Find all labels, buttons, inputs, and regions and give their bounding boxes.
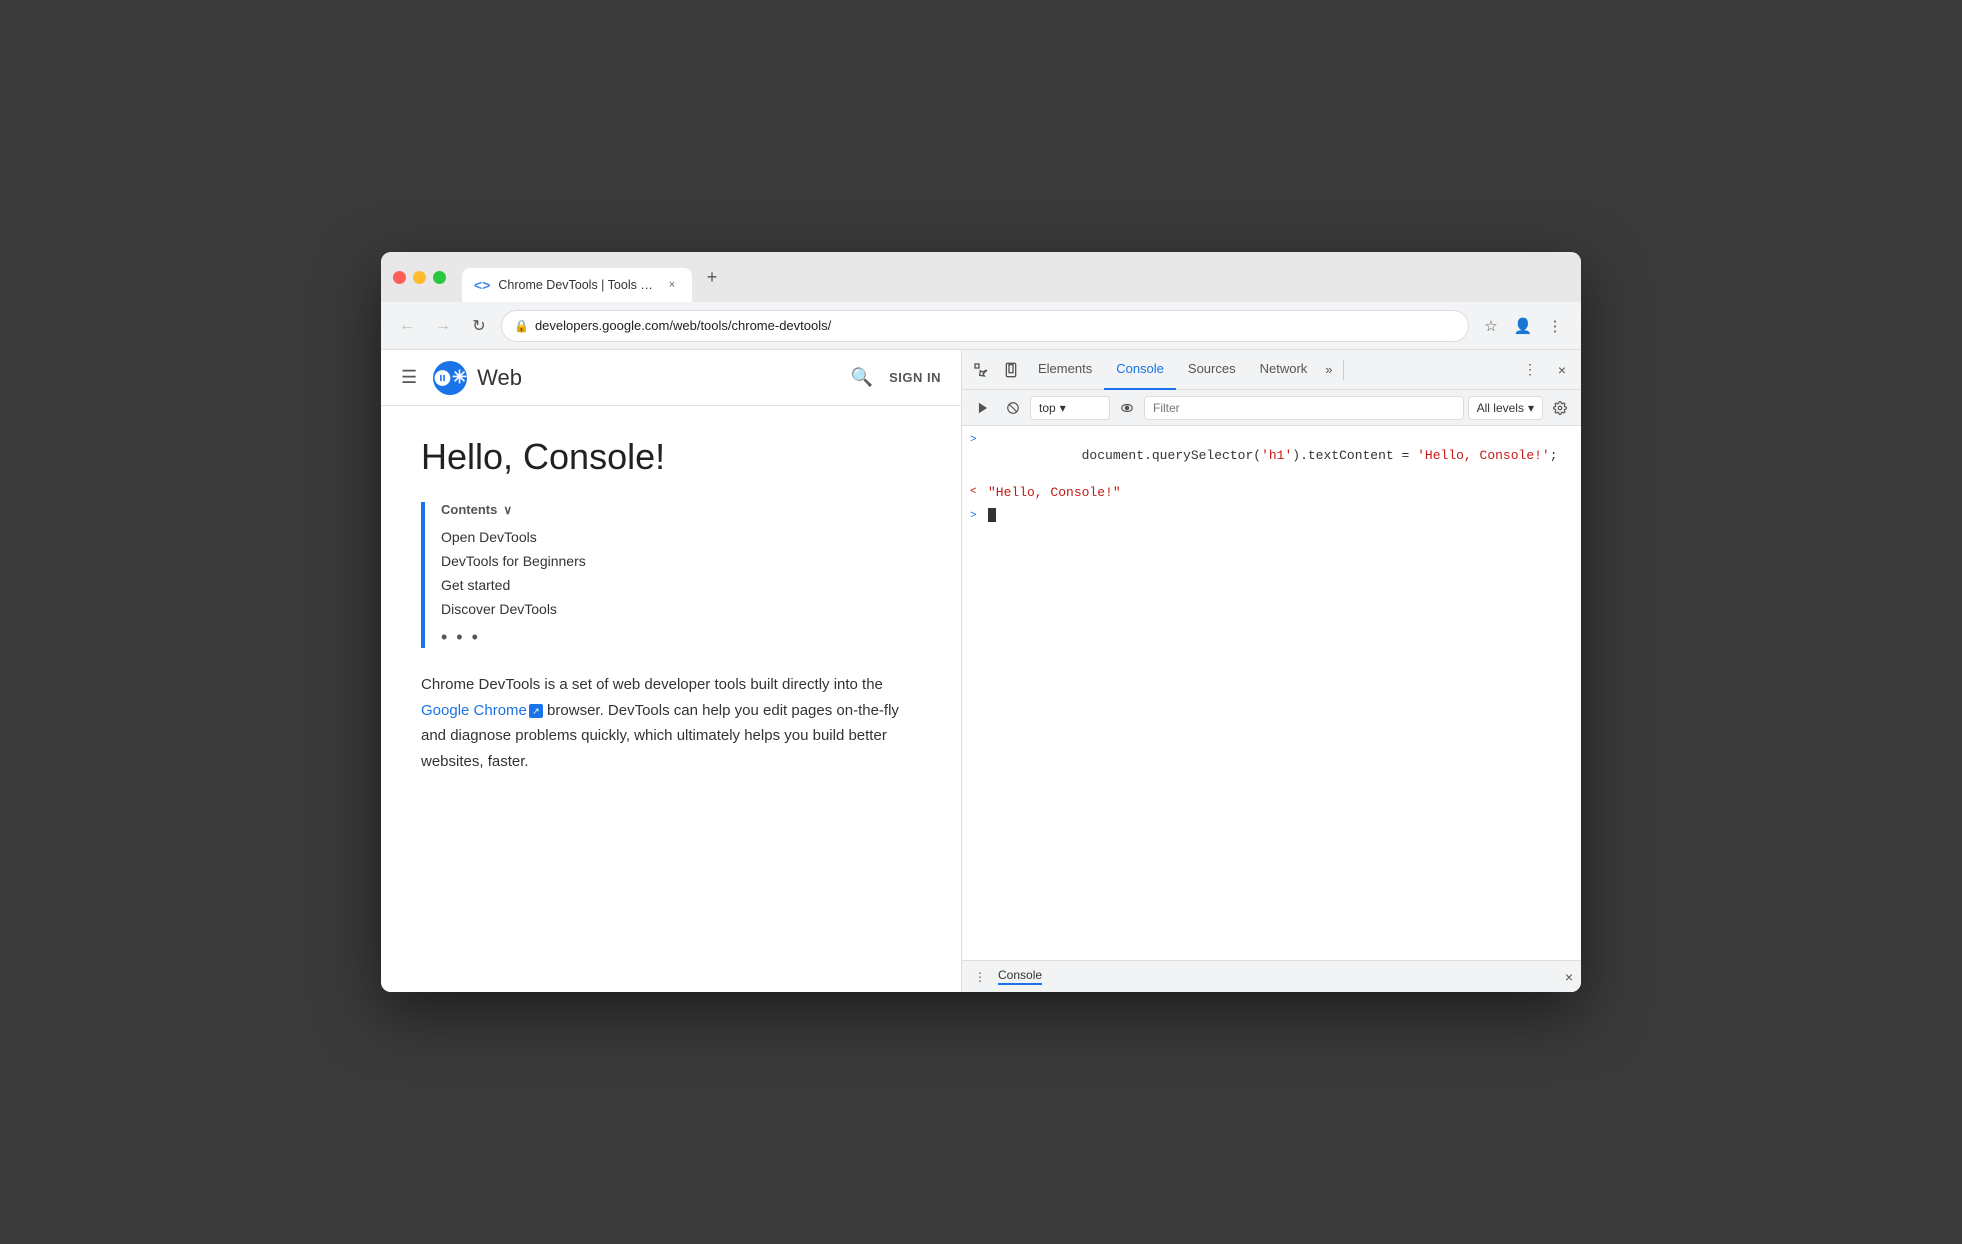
toc-item-get-started[interactable]: Get started	[441, 573, 921, 597]
bottom-bar-menu-icon[interactable]: ⋮	[970, 967, 990, 987]
tab-separator	[1343, 360, 1344, 380]
browser-tab[interactable]: <> Chrome DevTools | Tools for W ×	[462, 268, 692, 302]
bookmark-icon[interactable]: ☆	[1477, 312, 1505, 340]
console-input-arrow: >	[970, 433, 988, 446]
devtools-menu-button[interactable]: ⋮	[1515, 355, 1545, 385]
devtools-actions: ⋮ ×	[1515, 355, 1577, 385]
console-toolbar: top ▾ All levels ▾	[962, 390, 1581, 426]
toc-item-discover[interactable]: Discover DevTools	[441, 597, 921, 621]
lock-icon: 🔒	[514, 319, 529, 333]
tab-network[interactable]: Network	[1248, 350, 1320, 390]
console-context-select[interactable]: top ▾	[1030, 396, 1110, 420]
tab-close-button[interactable]: ×	[664, 277, 680, 293]
refresh-icon: ↻	[472, 316, 485, 336]
traffic-lights	[393, 271, 446, 284]
url-bar[interactable]: 🔒 developers.google.com/web/tools/chrome…	[501, 310, 1469, 342]
article: Hello, Console! Contents ∨ Open DevTools…	[381, 406, 961, 804]
table-of-contents: Contents ∨ Open DevTools DevTools for Be…	[421, 502, 921, 648]
inspect-element-button[interactable]	[966, 355, 996, 385]
console-output-text: "Hello, Console!"	[988, 485, 1573, 500]
toc-header[interactable]: Contents ∨	[441, 502, 921, 517]
browser-toolbar-right: ☆ 👤 ⋮	[1477, 312, 1569, 340]
console-output: > document.querySelector('h1').textConte…	[962, 426, 1581, 960]
console-prompt-arrow: >	[970, 509, 988, 522]
console-play-button[interactable]	[970, 395, 996, 421]
site-header-right: 🔍 SIGN IN	[851, 367, 941, 388]
close-window-button[interactable]	[393, 271, 406, 284]
sign-in-button[interactable]: SIGN IN	[889, 370, 941, 385]
console-output-arrow: <	[970, 485, 988, 498]
devtools-panel: Elements Console Sources Network » ⋮ ×	[961, 350, 1581, 992]
tab-devtools-icon: <>	[474, 277, 490, 293]
bottom-bar-label: Console	[998, 968, 1042, 985]
console-input-text: document.querySelector('h1').textContent…	[988, 433, 1573, 478]
google-developers-logo: ✳	[433, 361, 467, 395]
toc-dots: • • •	[441, 627, 921, 648]
console-filter-input[interactable]	[1144, 396, 1464, 420]
console-levels-button[interactable]: All levels ▾	[1468, 396, 1543, 420]
devtools-close-button[interactable]: ×	[1547, 355, 1577, 385]
browser-window: <> Chrome DevTools | Tools for W × + ← →…	[381, 252, 1581, 992]
hamburger-menu-button[interactable]: ☰	[401, 367, 417, 388]
devtools-bottom-bar: ⋮ Console ×	[962, 960, 1581, 992]
article-title: Hello, Console!	[421, 436, 921, 478]
site-name: Web	[477, 365, 522, 391]
profile-icon[interactable]: 👤	[1509, 312, 1537, 340]
context-arrow-icon: ▾	[1060, 401, 1066, 415]
page-content: ☰ ✳ Web 🔍 SIGN IN	[381, 350, 961, 992]
google-chrome-link[interactable]: Google Chrome	[421, 702, 527, 719]
forward-icon: →	[435, 317, 451, 335]
console-line-input: > document.querySelector('h1').textConte…	[962, 430, 1581, 482]
console-clear-button[interactable]	[1000, 395, 1026, 421]
device-toolbar-button[interactable]	[996, 355, 1026, 385]
console-cursor	[988, 508, 996, 522]
console-eye-button[interactable]	[1114, 395, 1140, 421]
levels-label: All levels	[1477, 401, 1524, 415]
toc-title: Contents	[441, 502, 497, 517]
minimize-window-button[interactable]	[413, 271, 426, 284]
tabs-area: <> Chrome DevTools | Tools for W × +	[462, 252, 1569, 302]
menu-icon[interactable]: ⋮	[1541, 312, 1569, 340]
address-bar: ← → ↻ 🔒 developers.google.com/web/tools/…	[381, 302, 1581, 350]
article-body: Chrome DevTools is a set of web develope…	[421, 672, 921, 774]
tab-console[interactable]: Console	[1104, 350, 1176, 390]
toc-item-beginners[interactable]: DevTools for Beginners	[441, 549, 921, 573]
devtools-tab-bar: Elements Console Sources Network » ⋮ ×	[962, 350, 1581, 390]
article-text-start: Chrome DevTools is a set of web develope…	[421, 676, 883, 693]
back-icon: ←	[399, 317, 415, 335]
console-line-output: < "Hello, Console!"	[962, 482, 1581, 504]
more-tabs-button[interactable]: »	[1319, 362, 1338, 377]
back-button[interactable]: ←	[393, 312, 421, 340]
console-settings-button[interactable]	[1547, 395, 1573, 421]
title-bar: <> Chrome DevTools | Tools for W × +	[381, 252, 1581, 302]
site-header: ☰ ✳ Web 🔍 SIGN IN	[381, 350, 961, 406]
bottom-bar-close-button[interactable]: ×	[1565, 969, 1573, 985]
new-tab-button[interactable]: +	[698, 263, 726, 291]
tab-title: Chrome DevTools | Tools for W	[498, 278, 656, 292]
search-icon[interactable]: 🔍	[851, 367, 873, 388]
main-area: ☰ ✳ Web 🔍 SIGN IN	[381, 350, 1581, 992]
external-link-icon: ↗	[529, 704, 543, 718]
toc-item-open-devtools[interactable]: Open DevTools	[441, 525, 921, 549]
forward-button[interactable]: →	[429, 312, 457, 340]
maximize-window-button[interactable]	[433, 271, 446, 284]
refresh-button[interactable]: ↻	[465, 312, 493, 340]
tab-elements[interactable]: Elements	[1026, 350, 1104, 390]
console-cursor-line[interactable]: >	[962, 504, 1581, 526]
tab-sources[interactable]: Sources	[1176, 350, 1248, 390]
toc-chevron-icon: ∨	[503, 503, 512, 517]
levels-arrow-icon: ▾	[1528, 401, 1534, 415]
url-text: developers.google.com/web/tools/chrome-d…	[535, 318, 1456, 333]
context-label: top	[1039, 401, 1056, 415]
site-logo: ✳ Web	[433, 361, 522, 395]
